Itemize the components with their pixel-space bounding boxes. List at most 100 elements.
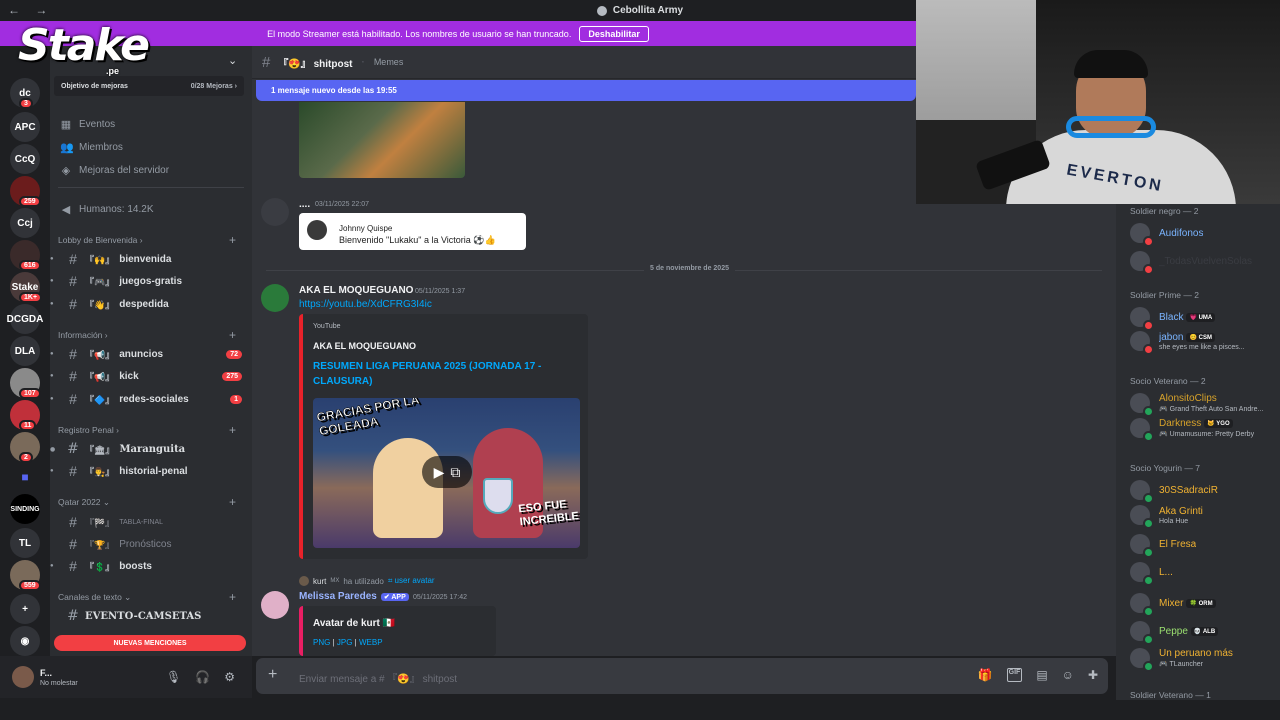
category-info[interactable]: Información › +	[58, 328, 236, 342]
server-icon[interactable]: 559	[10, 560, 41, 591]
channel-pronosticos[interactable]: # 『🏆』 Pronósticos	[50, 534, 252, 554]
command-name[interactable]: ⌗ user avatar	[388, 576, 435, 586]
youtube-link[interactable]: https://youtu.be/XdCFRG3I4ic	[299, 299, 432, 310]
apps-icon[interactable]: ✚	[1088, 668, 1098, 682]
server-icon[interactable]: 616	[10, 240, 41, 271]
member-item[interactable]: Aka Grinti Hola Hue	[1130, 502, 1278, 529]
member-item[interactable]: Un peruano más 🎮 TLauncher	[1130, 645, 1278, 672]
server-icon[interactable]: TL	[10, 528, 40, 558]
channel-anuncios[interactable]: ● # 『📢』 anuncios 72	[50, 344, 252, 364]
command-user[interactable]: kurt	[313, 577, 326, 586]
server-icon[interactable]: CcQ	[10, 144, 40, 174]
embed-provider[interactable]: YouTube	[313, 323, 341, 330]
humans-counter[interactable]: ◀ Humanos: 14.2K	[60, 203, 154, 216]
member-item[interactable]: El Fresa	[1130, 531, 1278, 558]
member-name: L...	[1159, 566, 1173, 578]
channel-kick[interactable]: ● # 『📢』 kick 275	[50, 366, 252, 386]
server-icon[interactable]: 107	[10, 368, 41, 399]
disable-streamer-button[interactable]: Deshabilitar	[579, 25, 649, 42]
add-attachment-icon[interactable]: +	[268, 666, 277, 684]
category-texto[interactable]: Canales de texto ⌄ +	[58, 590, 236, 604]
server-icon[interactable]: ◉	[10, 626, 40, 656]
avatar[interactable]	[12, 666, 34, 688]
avatar[interactable]	[261, 591, 289, 619]
server-icon[interactable]: dc 3	[10, 78, 40, 109]
channel-boosts[interactable]: ● # 『💲』 boosts	[50, 556, 252, 576]
add-channel-icon[interactable]: +	[229, 233, 236, 247]
add-channel-icon[interactable]: +	[229, 328, 236, 342]
server-icon[interactable]: 11	[10, 400, 40, 431]
user-info[interactable]: F... No molestar	[40, 668, 78, 687]
member-item[interactable]: AlonsitoClips 🎮 Grand Theft Auto San Andr…	[1130, 390, 1278, 417]
channel-topic[interactable]: Memes	[374, 57, 404, 67]
message-author[interactable]: AKA EL MOQUEGUANO	[299, 285, 413, 296]
chevron-down-icon[interactable]: ⌄	[228, 54, 237, 67]
nav-arrows[interactable]: ← →	[8, 3, 53, 17]
member-item[interactable]: jabon 😊 CSM she eyes me like a pisces...	[1130, 328, 1278, 355]
png-link[interactable]: PNG	[313, 638, 330, 647]
channel-juegos-gratis[interactable]: ● # 『🎮』 juegos-gratis	[50, 271, 252, 291]
channel-despedida[interactable]: ● # 『👋』 despedida	[50, 294, 252, 314]
member-item[interactable]: L...	[1130, 559, 1278, 586]
gif-icon[interactable]: GIF	[1006, 668, 1023, 682]
play-button[interactable]: ▶ ⧉	[422, 456, 472, 488]
member-item[interactable]: 30SSadraciR	[1130, 477, 1278, 504]
microphone-icon[interactable]: 🎙	[166, 670, 181, 684]
category-lobby[interactable]: Lobby de Bienvenida › +	[58, 233, 236, 247]
nav-members[interactable]: 👥 Miembros	[60, 141, 123, 154]
boost-icon: ◈	[61, 165, 71, 177]
sticker-icon[interactable]: ▤	[1036, 668, 1047, 682]
server-icon[interactable]: 2	[10, 432, 40, 463]
new-mentions-button[interactable]: NUEVAS MENCIONES	[54, 635, 246, 651]
gift-icon[interactable]: 🎁	[978, 668, 993, 682]
server-icon[interactable]: 259	[10, 176, 41, 207]
nav-events[interactable]: ▦ Eventos	[60, 118, 115, 131]
server-icon[interactable]: Ccj	[10, 208, 40, 238]
channel-redes-sociales[interactable]: ● # 『🔷』 redes-sociales 1	[50, 389, 252, 409]
add-channel-icon[interactable]: +	[229, 495, 236, 509]
message-input[interactable]: Enviar mensaje a # 『😍』 shitpost	[299, 670, 457, 685]
server-icon[interactable]: APC	[10, 112, 40, 142]
webp-link[interactable]: WEBP	[359, 638, 383, 647]
add-channel-icon[interactable]: +	[229, 590, 236, 604]
avatar[interactable]	[261, 284, 289, 312]
member-item[interactable]: Black 💗 UMA	[1130, 304, 1278, 331]
server-icon[interactable]: Stake 1K+	[10, 272, 43, 303]
video-thumbnail[interactable]: GRACIAS POR LA GOLEADA ESO FUE INCREIBLE…	[313, 398, 580, 548]
member-item[interactable]: Darkness 🐱 YGO 🎮 Umamusume: Pretty Derby	[1130, 415, 1278, 442]
channel-emoji: 『🙌』	[85, 254, 115, 265]
server-icon[interactable]: ■	[10, 462, 40, 492]
nav-boosts[interactable]: ◈ Mejoras del servidor	[60, 164, 169, 177]
category-qatar[interactable]: Qatar 2022 ⌄ +	[58, 495, 236, 509]
channel-evento-camsetas[interactable]: # EVENTO-CAMSETAS	[50, 606, 252, 626]
member-item[interactable]: Peppe 💀 ALB	[1130, 618, 1278, 645]
welcome-card[interactable]: Johnny Quispe Bienvenido "Lukaku" a la V…	[299, 213, 526, 250]
avatar	[299, 576, 309, 586]
embed-title[interactable]: RESUMEN LIGA PERUANA 2025 (JORNADA 17 - …	[313, 359, 563, 389]
message-composer[interactable]: + Enviar mensaje a # 『😍』 shitpost 🎁 GIF …	[256, 658, 1108, 694]
channel-bienvenida[interactable]: ● # 『🙌』 bienvenida	[50, 249, 252, 269]
server-icon[interactable]: +	[10, 594, 40, 624]
channel-tabla-final[interactable]: # 『🏁』 TABLA-FINAL	[50, 512, 252, 532]
server-icon[interactable]: SINDING	[10, 494, 40, 524]
jpg-link[interactable]: JPG	[337, 638, 353, 647]
avatar[interactable]	[261, 198, 289, 226]
add-channel-icon[interactable]: +	[229, 423, 236, 437]
member-item[interactable]: _TodasVuelvenSolas	[1130, 248, 1278, 275]
message-author[interactable]: Melissa Paredes ✔ APP	[299, 591, 409, 602]
server-icon[interactable]: DCGDA	[7, 304, 43, 334]
emoji-icon[interactable]: ☺	[1062, 668, 1074, 682]
category-registro[interactable]: Registro Penal › +	[58, 423, 236, 437]
embed-author[interactable]: AKA EL MOQUEGUANO	[313, 341, 416, 351]
gear-icon[interactable]: ⚙	[224, 670, 235, 684]
new-messages-bar[interactable]: 1 mensaje nuevo desde las 19:55	[256, 80, 916, 101]
message-author[interactable]: ....	[299, 199, 310, 210]
member-item[interactable]: Audifonos	[1130, 220, 1278, 247]
member-item[interactable]: Mixer 🍀 ORM	[1130, 590, 1278, 617]
channel-maranguita[interactable]: ● # 『🏛』 Maranguita	[50, 439, 252, 459]
headset-icon[interactable]: 🎧	[195, 670, 210, 684]
avatar	[1130, 562, 1154, 586]
server-icon[interactable]: DLA	[10, 336, 40, 366]
channel-historial-penal[interactable]: ● # 『👨‍⚖️』 historial-penal	[50, 461, 252, 481]
image-attachment[interactable]	[299, 102, 465, 178]
